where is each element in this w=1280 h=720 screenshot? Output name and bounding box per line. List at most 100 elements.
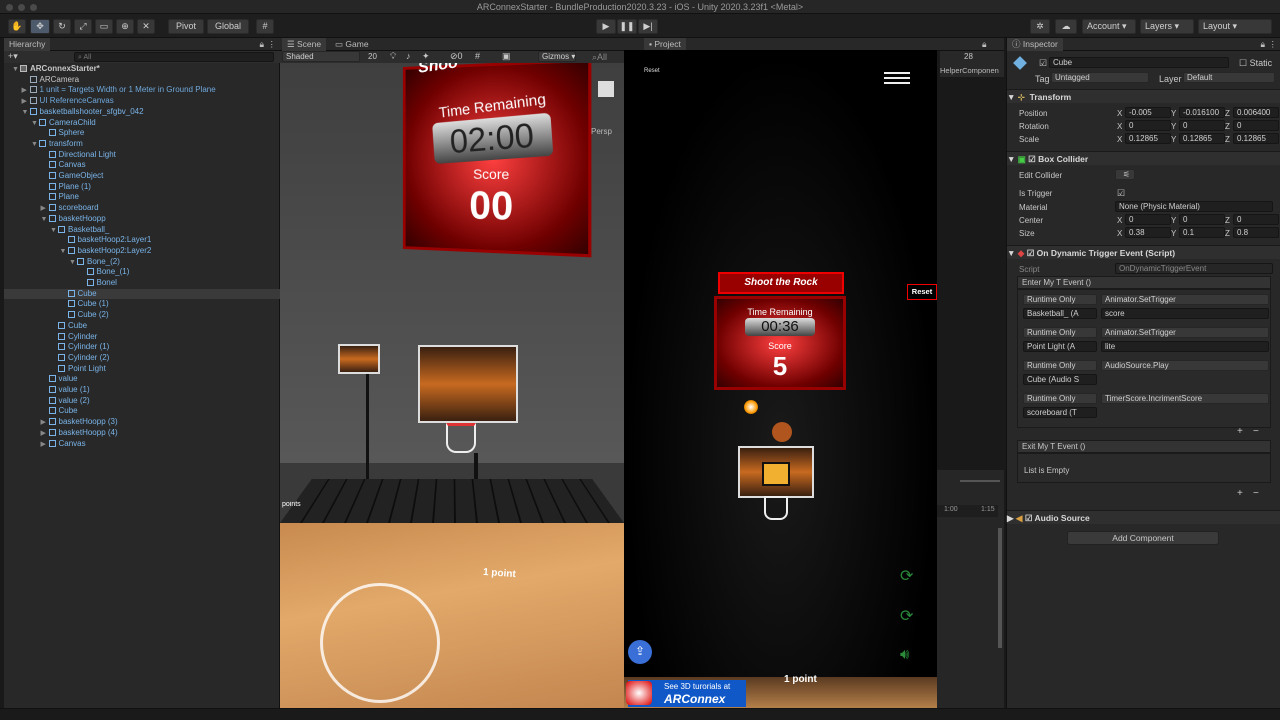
share-icon[interactable]: ⇪ <box>628 640 652 664</box>
zoom-window-icon[interactable] <box>30 4 37 11</box>
collab-icon[interactable]: ✲ <box>1030 19 1050 34</box>
active-checkbox[interactable]: ☑ <box>1039 58 1047 69</box>
lock-icon[interactable]: 🔒︎ <box>259 38 264 51</box>
hierarchy-row[interactable]: basketHoop2:Layer1 <box>4 235 280 246</box>
pivot-toggle[interactable]: Pivot <box>168 19 204 34</box>
project-lock-icon[interactable]: 🔒︎ <box>982 38 987 51</box>
target-object-field[interactable]: Basketball_ (A <box>1023 308 1097 319</box>
hierarchy-row[interactable]: Cylinder <box>4 332 280 343</box>
hierarchy-row[interactable]: Plane (1) <box>4 182 280 193</box>
position-y-field[interactable]: -0.016100 <box>1179 107 1225 118</box>
effects-icon[interactable]: ✦ <box>422 51 430 62</box>
remove-exit-icon[interactable]: − <box>1253 488 1259 499</box>
grid-snap-icon[interactable]: # <box>256 19 274 34</box>
minimize-window-icon[interactable] <box>18 4 25 11</box>
camera-icon[interactable]: ▣ <box>502 51 511 62</box>
hierarchy-row[interactable]: Sphere <box>4 128 280 139</box>
reset-button[interactable]: Reset <box>907 284 937 300</box>
function-dropdown[interactable]: AudioSource.Play <box>1101 360 1269 371</box>
remove-entry-icon[interactable]: − <box>1253 426 1259 437</box>
scale-tool-icon[interactable]: ⤢ <box>74 19 92 34</box>
center-z-field[interactable]: 0 <box>1233 214 1279 225</box>
add-entry-icon[interactable]: + <box>1237 426 1243 437</box>
persp-label[interactable]: Persp <box>591 127 612 136</box>
hierarchy-row[interactable]: ▼ Bone_(2) <box>4 257 280 268</box>
hierarchy-row[interactable]: Cube <box>4 406 280 417</box>
close-window-icon[interactable] <box>6 4 13 11</box>
inspector-menu-icon[interactable]: ⋮ <box>1269 38 1278 51</box>
hierarchy-row[interactable]: ▼ CameraChild <box>4 118 280 129</box>
hierarchy-row[interactable]: ▶ basketHoopp (4) <box>4 428 280 439</box>
hierarchy-row[interactable]: ▶ scoreboard <box>4 203 280 214</box>
runtime-mode-dropdown[interactable]: Runtime Only <box>1023 327 1097 338</box>
tag-dropdown[interactable]: Untagged <box>1051 72 1149 83</box>
hierarchy-search-input[interactable]: ⌕ All <box>74 52 274 62</box>
gizmos-dropdown[interactable]: Gizmos ▾ <box>538 51 576 62</box>
hierarchy-row[interactable]: Cube (2) <box>4 310 280 321</box>
rotation-z-field[interactable]: 0 <box>1233 120 1279 131</box>
audio-icon[interactable]: ♪ <box>406 51 411 61</box>
game-basketball[interactable] <box>772 422 792 442</box>
tab-inspector[interactable]: ⓘ Inspector <box>1007 38 1063 51</box>
reset-small-label[interactable]: Reset <box>644 68 660 74</box>
function-dropdown[interactable]: Animator.SetTrigger <box>1101 327 1269 338</box>
layout-dropdown[interactable]: Layout ▾ <box>1198 19 1272 34</box>
hidden-count-icon[interactable]: ⊘0 <box>450 51 463 62</box>
tutorial-banner[interactable]: See 3D turorials at ARConnex <box>626 680 746 707</box>
hierarchy-row[interactable]: ARCamera <box>4 75 280 86</box>
hierarchy-row[interactable]: ▶ basketHoopp (3) <box>4 417 280 428</box>
global-toggle[interactable]: Global <box>207 19 249 34</box>
rotate-icon-2[interactable]: ⟳ <box>900 606 913 626</box>
center-y-field[interactable]: 0 <box>1179 214 1225 225</box>
hierarchy-row[interactable]: ▼ ARConnexStarter* <box>4 64 280 75</box>
tab-game[interactable]: ▭ Game <box>330 38 374 51</box>
hierarchy-row[interactable]: Bone_(1) <box>4 267 280 278</box>
hand-tool-icon[interactable]: ✋ <box>8 19 26 34</box>
panel-menu-icon[interactable]: ⋮ <box>268 38 277 51</box>
hierarchy-row[interactable]: ▼ basketballshooter_sfgbv_042 <box>4 107 280 118</box>
hierarchy-row[interactable]: ▶ 1 unit = Targets Width or 1 Meter in Gr… <box>4 85 280 96</box>
object-name-field[interactable]: Cube <box>1049 57 1229 68</box>
center-x-field[interactable]: 0 <box>1125 214 1171 225</box>
script-field[interactable]: OnDynamicTriggerEvent <box>1115 263 1273 274</box>
hierarchy-row[interactable]: ▼ Basketball_ <box>4 225 280 236</box>
function-dropdown[interactable]: TimerScore.IncrimentScore <box>1101 393 1269 404</box>
timeline-slider[interactable] <box>960 480 1000 482</box>
event-component-header[interactable]: ▼ ◆ ☑ On Dynamic Trigger Event (Script) <box>1007 245 1280 259</box>
grid-icon[interactable]: # <box>475 51 480 61</box>
position-z-field[interactable]: 0.006400 <box>1233 107 1279 118</box>
hierarchy-row[interactable]: ▶ Canvas <box>4 439 280 450</box>
hierarchy-row[interactable]: Cube (1) <box>4 299 280 310</box>
rect-tool-icon[interactable]: ▭ <box>95 19 113 34</box>
add-icon[interactable]: +▾ <box>8 51 18 62</box>
audio-source-header[interactable]: ▶ ◀ ☑ Audio Source <box>1007 510 1280 524</box>
hierarchy-row[interactable]: Canvas <box>4 160 280 171</box>
game-view[interactable]: Reset Shoot the Rock Time Remaining 00:3… <box>624 50 937 720</box>
rotate-tool-icon[interactable]: ↻ <box>53 19 71 34</box>
hierarchy-row[interactable]: value <box>4 374 280 385</box>
runtime-mode-dropdown[interactable]: Runtime Only <box>1023 360 1097 371</box>
material-field[interactable]: None (Physic Material) <box>1115 201 1273 212</box>
target-object-field[interactable]: scoreboard (T <box>1023 407 1097 418</box>
edit-collider-button[interactable]: ⚟ <box>1115 169 1135 180</box>
timeline-scrollbar[interactable] <box>998 528 1002 648</box>
menu-icon[interactable] <box>884 72 910 84</box>
argument-field[interactable]: lite <box>1101 341 1269 352</box>
hierarchy-row[interactable]: Cylinder (2) <box>4 353 280 364</box>
static-label[interactable]: ☐ Static <box>1239 58 1272 69</box>
hierarchy-row[interactable]: GameObject <box>4 171 280 182</box>
step-button[interactable]: ▶| <box>638 19 658 34</box>
scene-view[interactable]: Time Remaining 02:00 Score 00 Shoo Persp… <box>280 63 624 708</box>
hierarchy-row[interactable]: ▼ basketHoop2:Layer2 <box>4 246 280 257</box>
add-exit-icon[interactable]: + <box>1237 488 1243 499</box>
rotate-icon-1[interactable]: ⟳ <box>900 566 913 586</box>
hierarchy-row[interactable]: Cylinder (1) <box>4 342 280 353</box>
layer-dropdown[interactable]: Default <box>1183 72 1275 83</box>
sound-icon[interactable]: 🔊︎ <box>900 646 909 663</box>
hierarchy-row[interactable]: Point Light <box>4 364 280 375</box>
twod-label[interactable]: 20 <box>368 52 377 61</box>
tab-hierarchy[interactable]: Hierarchy <box>4 38 51 51</box>
play-button[interactable]: ▶ <box>596 19 616 34</box>
move-tool-icon[interactable]: ✥ <box>30 19 50 34</box>
transform-component-header[interactable]: ▼ ⊹ Transform <box>1007 89 1280 103</box>
